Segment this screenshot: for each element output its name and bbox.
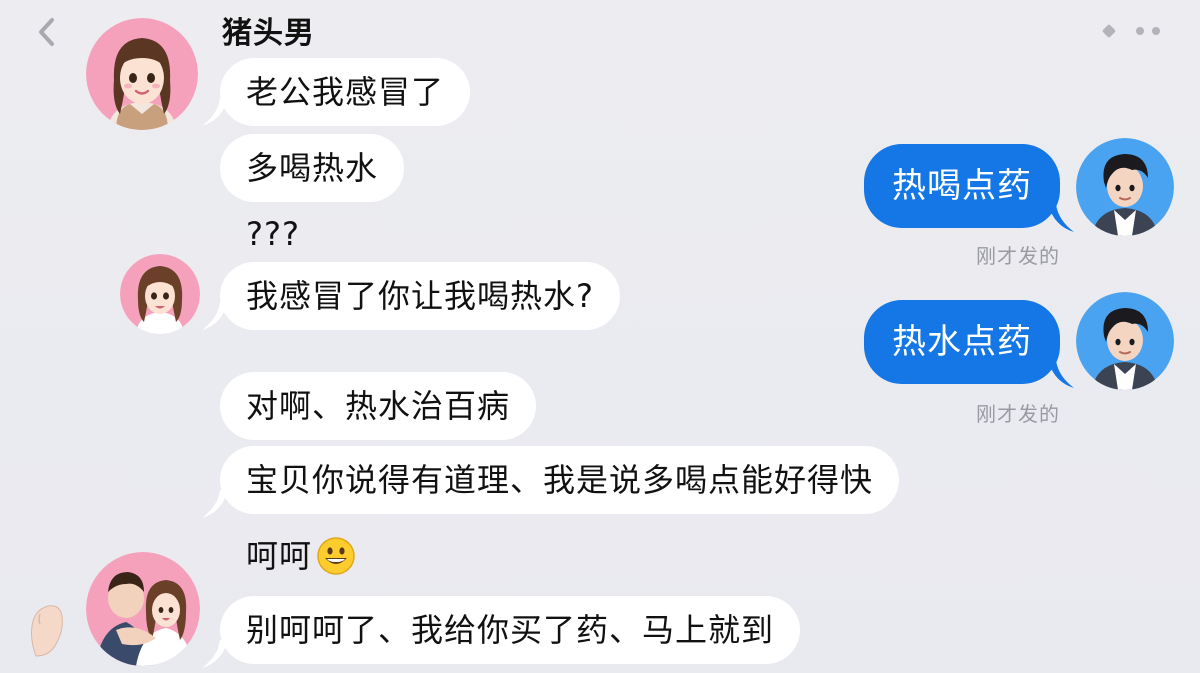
user-avatar[interactable] (1076, 138, 1174, 236)
female-avatar-icon (86, 18, 198, 130)
message-text: 呵呵 (246, 537, 313, 575)
couple-avatar[interactable] (86, 552, 200, 666)
male-avatar-icon (1076, 138, 1174, 236)
contact-avatar[interactable] (86, 18, 198, 130)
incoming-message[interactable]: 对啊、热水治百病 (220, 372, 537, 440)
chat-screen: 猪头男 老公我感冒了 多喝热水 ??? 我感冒了你让我喝热水? 对啊、热水治百病… (0, 0, 1200, 673)
message-text: 宝贝你说得有道理、我是说多喝点能好得快 (246, 461, 874, 499)
incoming-message[interactable]: 宝贝你说得有道理、我是说多喝点能好得快 (220, 446, 900, 514)
contact-avatar[interactable] (120, 254, 200, 334)
message-text: 我感冒了你让我喝热水? (246, 277, 594, 315)
bubble-tail (1048, 204, 1074, 232)
more-dots-icon (1101, 23, 1117, 39)
message-text: 热喝点药 (892, 166, 1032, 206)
incoming-message[interactable]: 多喝热水 (220, 134, 405, 202)
grinning-face-icon (316, 536, 356, 576)
female-avatar-icon (120, 254, 200, 334)
message-text: 对啊、热水治百病 (246, 387, 511, 425)
incoming-message[interactable]: 呵呵 (220, 522, 356, 590)
message-text: 多喝热水 (246, 149, 379, 187)
contact-name: 猪头男 (222, 16, 315, 51)
more-dot (1136, 27, 1144, 35)
hand-sticker-icon (31, 605, 63, 657)
outgoing-message[interactable]: 热水点药 (864, 300, 1060, 384)
male-avatar-icon (1076, 292, 1174, 390)
message-text: 热水点药 (892, 322, 1032, 362)
incoming-message[interactable]: ??? (220, 200, 300, 268)
outgoing-message[interactable]: 热喝点药 (864, 144, 1060, 228)
more-dot (1152, 27, 1160, 35)
message-timestamp: 刚才发的 (976, 244, 1060, 268)
message-timestamp: 刚才发的 (976, 402, 1060, 426)
message-text: ??? (246, 215, 300, 253)
chevron-left-icon (39, 18, 54, 46)
incoming-message[interactable]: 我感冒了你让我喝热水? (220, 262, 620, 330)
incoming-message[interactable]: 别呵呵了、我给你买了药、马上就到 (220, 596, 801, 664)
incoming-message[interactable]: 老公我感冒了 (220, 58, 471, 126)
message-text: 别呵呵了、我给你买了药、马上就到 (246, 611, 775, 649)
user-avatar[interactable] (1076, 292, 1174, 390)
more-options-button[interactable] (1090, 16, 1160, 46)
message-text: 老公我感冒了 (246, 73, 445, 111)
couple-avatar-icon (86, 552, 200, 666)
bubble-tail (1048, 360, 1074, 388)
back-button[interactable] (30, 14, 62, 50)
